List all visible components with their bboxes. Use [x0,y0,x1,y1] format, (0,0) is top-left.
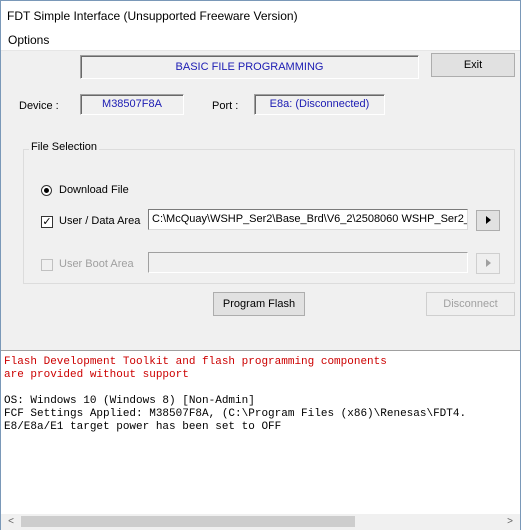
main-window: FDT Simple Interface (Unsupported Freewa… [0,0,521,530]
log-line: FCF Settings Applied: M38507F8A, (C:\Pro… [4,408,467,420]
user-data-area-checkbox[interactable]: ✓ [41,216,53,228]
user-boot-area-label: User Boot Area [59,258,134,270]
device-label: Device : [19,100,59,112]
menu-bar: Options [1,31,520,51]
play-arrow-icon [486,259,491,267]
mode-banner: BASIC FILE PROGRAMMING [80,55,419,79]
scrollbar-thumb[interactable] [21,516,355,527]
disconnect-button[interactable]: Disconnect [426,292,515,316]
program-flash-button[interactable]: Program Flash [213,292,305,316]
chevron-right-icon[interactable]: > [502,516,518,528]
browse-user-boot-button[interactable] [476,253,500,274]
port-value: E8a: (Disconnected) [254,94,385,115]
download-file-label[interactable]: Download File [59,184,129,196]
chevron-left-icon[interactable]: < [3,516,19,528]
log-horizontal-scrollbar[interactable]: < > [1,514,520,530]
download-file-radio[interactable] [41,185,52,196]
file-selection-title: File Selection [29,141,100,153]
window-title: FDT Simple Interface (Unsupported Freewa… [1,1,520,31]
log-line: E8/E8a/E1 target power has been set to O… [4,421,282,433]
output-log[interactable]: Flash Development Toolkit and flash prog… [1,350,520,530]
log-line: OS: Windows 10 (Windows 8) [Non-Admin] [4,395,255,407]
user-boot-area-checkbox[interactable] [41,259,53,271]
user-boot-area-path-field[interactable] [148,252,468,273]
user-data-area-label[interactable]: User / Data Area [59,215,140,227]
menu-options[interactable]: Options [8,33,49,47]
port-label: Port : [212,100,239,112]
device-value: M38507F8A [80,94,184,115]
log-line: are provided without support [4,369,189,381]
play-arrow-icon [486,216,491,224]
exit-button[interactable]: Exit [431,53,515,77]
browse-user-data-button[interactable] [476,210,500,231]
user-data-area-path-field[interactable]: C:\McQuay\WSHP_Ser2\Base_Brd\V6_2\250806… [148,209,468,230]
log-line: Flash Development Toolkit and flash prog… [4,356,387,368]
